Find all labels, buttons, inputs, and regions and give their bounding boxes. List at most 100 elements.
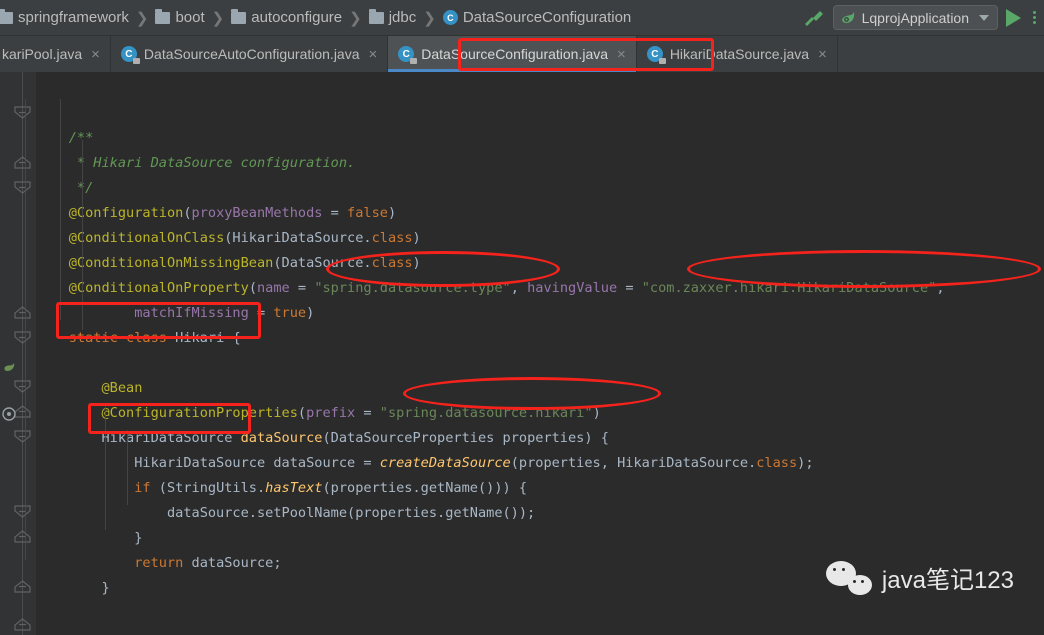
code-token: prefix	[306, 405, 356, 421]
code-token: * Hikari DataSource configuration.	[68, 155, 356, 171]
code-token: (properties.getName())) {	[322, 480, 528, 496]
code-token: )	[306, 305, 315, 321]
java-class-icon: C	[442, 10, 458, 25]
breadcrumb: springframework ❯ boot ❯ autoconfigure ❯ jdbc ❯…	[0, 8, 633, 27]
java-class-icon: C	[646, 46, 666, 64]
editor-tab-datasourceautoconfiguration[interactable]: C DataSourceAutoConfiguration.java ×	[111, 36, 389, 72]
close-icon[interactable]: ×	[816, 47, 827, 62]
hammer-icon[interactable]	[803, 8, 825, 28]
breadcrumb-item-label: autoconfigure	[251, 9, 343, 26]
code-editor[interactable]: /** * Hikari DataSource configuration. *…	[0, 72, 1044, 635]
fold-marker-up[interactable]	[14, 528, 31, 543]
fold-marker-up[interactable]	[14, 616, 31, 631]
folder-icon	[368, 8, 384, 24]
breadcrumb-item-jdbc[interactable]: jdbc	[367, 8, 419, 26]
code-token: @ConfigurationProperties	[101, 405, 298, 421]
code-token: (	[248, 280, 257, 296]
code-token: );	[797, 455, 814, 471]
code-line: @ConditionalOnClass(HikariDataSource.cla…	[36, 226, 1044, 251]
code-token: }	[101, 580, 110, 596]
code-token: )	[412, 230, 421, 246]
code-content[interactable]: /** * Hikari DataSource configuration. *…	[36, 72, 1044, 635]
editor-tab-label: DataSourceAutoConfiguration.java	[143, 46, 360, 62]
indent-guide	[105, 406, 106, 530]
fold-marker-up[interactable]	[14, 304, 31, 319]
close-icon[interactable]: ×	[89, 47, 100, 62]
code-token: (HikariDataSource.	[224, 230, 372, 246]
code-line: static class Hikari {	[36, 326, 1044, 351]
fold-marker-down[interactable]	[14, 428, 31, 443]
watermark-label: java笔记123	[881, 567, 1014, 594]
fold-marker-up[interactable]	[14, 403, 31, 418]
bean-gutter-icon[interactable]	[2, 360, 16, 374]
breadcrumb-separator: ❯	[423, 9, 436, 27]
code-token: dataSource;	[183, 555, 282, 571]
fold-marker-down[interactable]	[14, 104, 31, 119]
fold-marker-down[interactable]	[14, 378, 31, 393]
fold-marker-up[interactable]	[14, 154, 31, 169]
code-token: static	[68, 330, 118, 346]
code-token: )	[592, 405, 601, 421]
code-line: @Configuration(proxyBeanMethods = false)	[36, 201, 1044, 226]
code-line: HikariDataSource dataSource(DataSourcePr…	[36, 426, 1044, 451]
breadcrumb-item-boot[interactable]: boot	[153, 8, 206, 26]
code-line: }	[36, 526, 1044, 551]
run-configuration-label: LqprojApplication	[861, 9, 969, 26]
fold-marker-down[interactable]	[14, 329, 31, 344]
editor-tab-bar: kariPool.java × C DataSourceAutoConfigurati…	[0, 36, 1044, 72]
folder-icon	[155, 8, 171, 24]
code-line: if (StringUtils.hasText(properties.getNa…	[36, 476, 1044, 501]
spring-bean-gutter-icon[interactable]	[2, 406, 16, 421]
code-token: HikariDataSource	[101, 430, 241, 446]
breadcrumb-item-label: jdbc	[388, 9, 417, 26]
breadcrumb-separator: ❯	[349, 9, 362, 27]
editor-tab-label: HikariDataSource.java	[669, 46, 810, 62]
code-token: "spring.datasource.type"	[314, 280, 511, 296]
code-token: "com.zaxxer.hikari.HikariDataSource"	[641, 280, 937, 296]
code-token: hasText	[265, 480, 323, 496]
code-token: =	[322, 205, 348, 221]
editor-tab-karipool[interactable]: kariPool.java ×	[0, 36, 111, 72]
code-line: @ConditionalOnProperty(name = "spring.da…	[36, 276, 1044, 301]
chevron-down-icon[interactable]	[979, 14, 989, 21]
fold-marker-down[interactable]	[14, 503, 31, 518]
code-token: ,	[936, 280, 945, 296]
indent-guide	[82, 140, 83, 330]
code-token: =	[617, 280, 642, 296]
code-token: class	[756, 455, 798, 471]
code-token: (	[183, 205, 192, 221]
editor-gutter[interactable]	[0, 72, 36, 635]
indent-guide	[25, 99, 26, 560]
editor-tab-datasourceconfiguration[interactable]: C DataSourceConfiguration.java ×	[388, 36, 637, 72]
fold-marker-up[interactable]	[14, 578, 31, 593]
more-vertical-icon[interactable]	[1029, 11, 1040, 24]
editor-tab-hikaridatasource[interactable]: C HikariDataSource.java ×	[637, 36, 838, 72]
close-icon[interactable]: ×	[367, 47, 378, 62]
wechat-icon	[825, 560, 872, 595]
code-token: @Configuration	[68, 205, 184, 221]
close-icon[interactable]: ×	[615, 47, 626, 62]
run-button[interactable]	[1006, 8, 1021, 27]
code-token: class	[126, 330, 167, 346]
code-token: class	[371, 230, 413, 246]
code-token: (StringUtils.	[150, 480, 266, 496]
breadcrumb-item-springframework[interactable]: springframework	[0, 8, 131, 26]
breadcrumb-separator: ❯	[211, 9, 225, 27]
breadcrumb-item-datasourceconfiguration[interactable]: C DataSourceConfiguration	[441, 9, 633, 26]
code-line: */	[36, 176, 1044, 201]
code-token: (properties, HikariDataSource.	[510, 455, 757, 471]
code-token: =	[355, 405, 380, 421]
spring-boot-icon	[840, 11, 856, 25]
breadcrumb-item-autoconfigure[interactable]: autoconfigure	[229, 8, 344, 26]
fold-marker-down[interactable]	[14, 179, 31, 194]
code-line: * Hikari DataSource configuration.	[36, 151, 1044, 176]
run-configuration-selector[interactable]: LqprojApplication	[832, 5, 998, 30]
code-token: }	[134, 530, 143, 546]
code-token: havingValue	[527, 280, 618, 296]
code-line: matchIfMissing = true)	[36, 301, 1044, 326]
